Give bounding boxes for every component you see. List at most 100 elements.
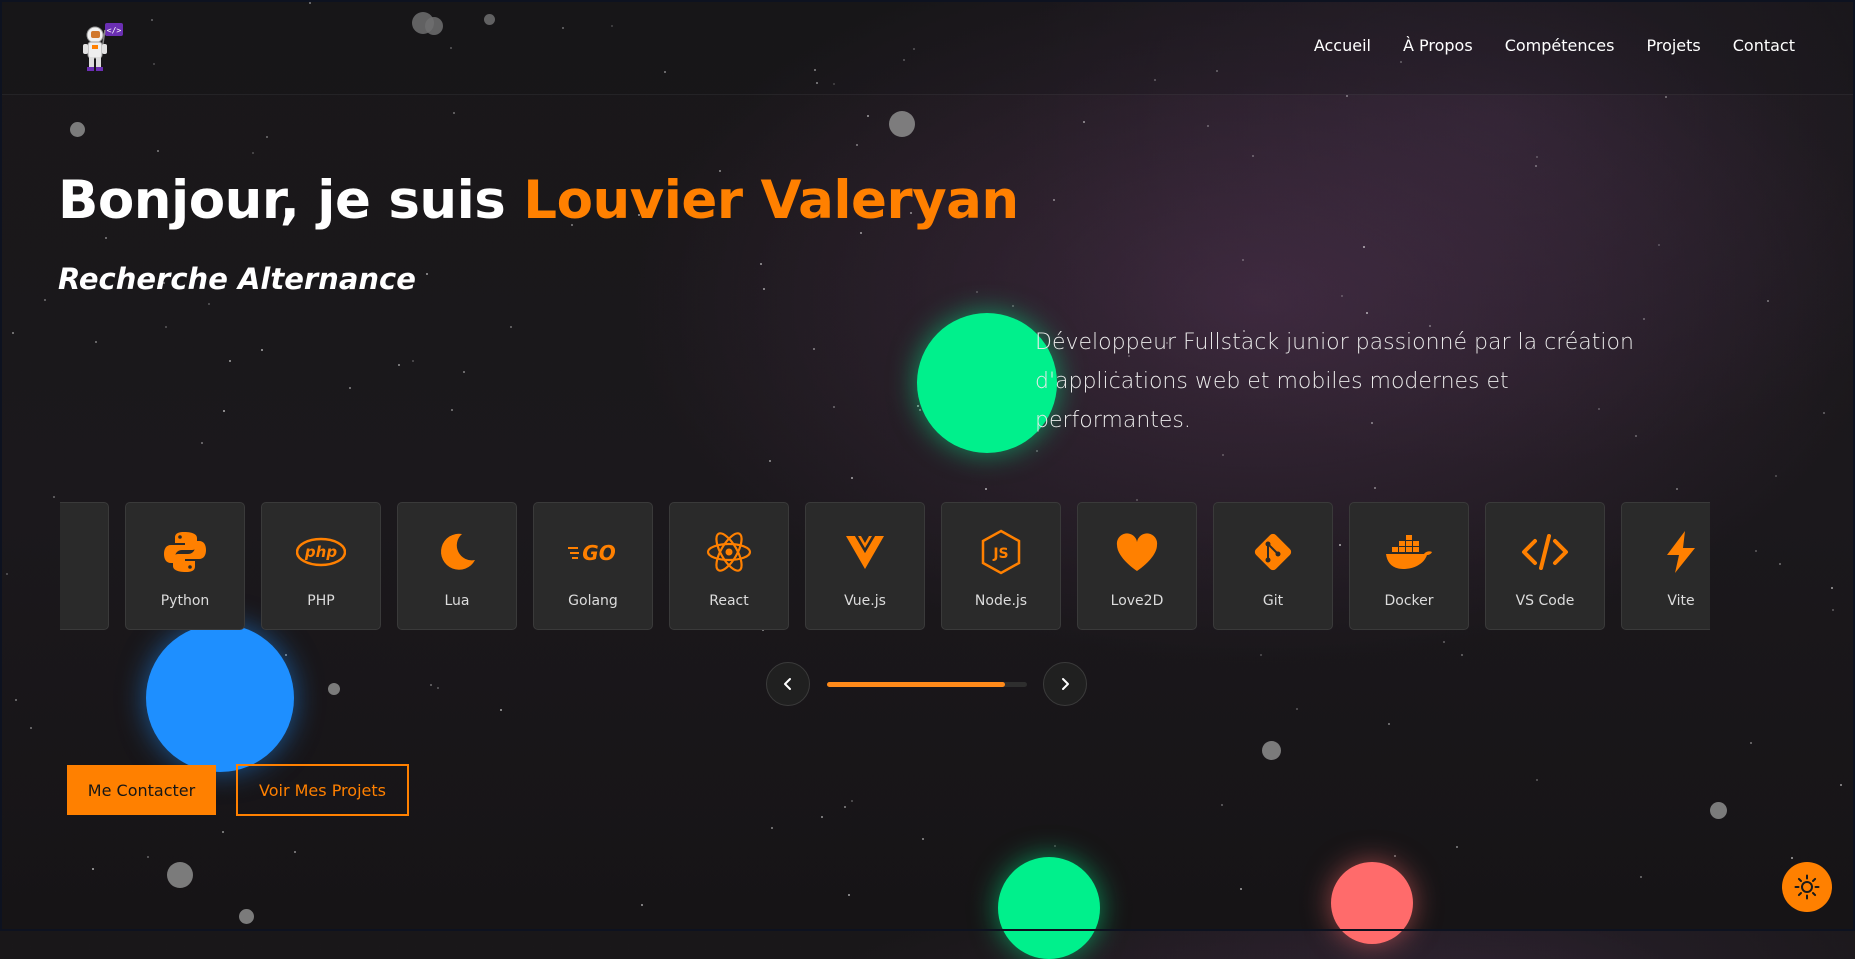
- star-decoration: [771, 827, 773, 829]
- skill-label: Vite: [1667, 593, 1695, 609]
- docker-whale-icon: [1386, 535, 1432, 569]
- star-decoration: [848, 894, 850, 896]
- star-decoration: [1388, 723, 1390, 725]
- star-decoration: [1443, 641, 1445, 643]
- bubble-decoration: [70, 122, 85, 137]
- skill-card-git[interactable]: Git: [1213, 502, 1333, 630]
- skill-label: Node.js: [974, 593, 1028, 609]
- star-decoration: [294, 851, 296, 853]
- star-decoration: [147, 856, 149, 858]
- nav-link-contact[interactable]: Contact: [1733, 36, 1795, 55]
- nav-link-a-propos[interactable]: À Propos: [1403, 36, 1473, 55]
- star-decoration: [1640, 876, 1642, 878]
- astronaut-logo-icon[interactable]: </>: [72, 20, 128, 76]
- star-decoration: [917, 405, 919, 407]
- skill-card-golang[interactable]: GO Golang: [533, 502, 653, 630]
- star-decoration: [398, 364, 400, 366]
- star-decoration: [15, 699, 17, 701]
- nodejs-icon: JS: [981, 529, 1021, 575]
- star-decoration: [813, 348, 815, 350]
- star-decoration: [1767, 300, 1769, 302]
- skills-track: Python php PHP Lua GO Golang React Vue.j…: [60, 502, 1710, 630]
- star-decoration: [641, 904, 643, 906]
- star-decoration: [222, 831, 224, 833]
- hero-title: Bonjour, je suis Louvier Valeryan: [58, 170, 1019, 231]
- skill-card-lua[interactable]: Lua: [397, 502, 517, 630]
- star-decoration: [412, 360, 414, 362]
- view-projects-button[interactable]: Voir Mes Projets: [236, 764, 409, 816]
- code-brackets-icon: [1522, 534, 1568, 570]
- red-orb-decoration: [1331, 862, 1413, 944]
- contact-button[interactable]: Me Contacter: [67, 765, 216, 815]
- star-decoration: [1260, 654, 1262, 656]
- nav-link-accueil[interactable]: Accueil: [1314, 36, 1371, 55]
- skill-card-react[interactable]: React: [669, 502, 789, 630]
- skill-card-love2d[interactable]: Love2D: [1077, 502, 1197, 630]
- star-decoration: [1252, 155, 1254, 157]
- nav-link-competences[interactable]: Compétences: [1505, 36, 1615, 55]
- carousel-prev-button[interactable]: [766, 662, 810, 706]
- bubble-decoration: [1262, 741, 1281, 760]
- star-decoration: [165, 326, 167, 328]
- star-decoration: [1536, 779, 1538, 781]
- skill-card-vue[interactable]: Vue.js: [805, 502, 925, 630]
- svg-text:GO: GO: [582, 541, 615, 565]
- star-decoration: [1341, 295, 1343, 297]
- star-decoration: [1831, 587, 1833, 589]
- hero-subtitle: Recherche Alternance: [58, 262, 416, 296]
- chevron-left-icon: [784, 678, 791, 690]
- star-decoration: [1012, 305, 1014, 307]
- star-decoration: [976, 291, 978, 293]
- skill-label: Docker: [1384, 593, 1434, 609]
- star-decoration: [860, 232, 862, 234]
- skill-label: Vue.js: [844, 593, 886, 609]
- star-decoration: [157, 150, 159, 152]
- star-decoration: [349, 387, 351, 389]
- star-decoration: [1750, 742, 1752, 744]
- site-header: </> Accueil À Propos Compétences Projets…: [0, 0, 1855, 95]
- theme-toggle-button[interactable]: [1782, 862, 1832, 912]
- star-decoration: [1240, 888, 1242, 890]
- svg-text:JS: JS: [992, 546, 1008, 562]
- star-decoration: [44, 299, 46, 301]
- skill-card-vscode[interactable]: VS Code: [1485, 502, 1605, 630]
- star-decoration: [463, 371, 465, 373]
- carousel-progress-fill: [827, 682, 1005, 687]
- php-icon: php: [296, 537, 346, 567]
- star-decoration: [1036, 450, 1038, 452]
- star-decoration: [1374, 487, 1376, 489]
- star-decoration: [451, 409, 453, 411]
- star-decoration: [1536, 156, 1538, 158]
- star-decoration: [1840, 784, 1842, 786]
- golang-icon: GO: [568, 541, 616, 565]
- lightning-bolt-icon: [1667, 531, 1695, 573]
- star-decoration: [1779, 563, 1781, 565]
- skill-card-partial[interactable]: [60, 502, 109, 630]
- main-nav: Accueil À Propos Compétences Projets Con…: [1314, 36, 1795, 55]
- star-decoration: [985, 488, 987, 490]
- nav-link-projets[interactable]: Projets: [1646, 36, 1700, 55]
- star-decoration: [453, 112, 455, 114]
- skill-card-vite[interactable]: Vite: [1621, 502, 1710, 630]
- star-decoration: [821, 816, 823, 818]
- skill-card-docker[interactable]: Docker: [1349, 502, 1469, 630]
- star-decoration: [500, 709, 502, 711]
- skill-label: Git: [1262, 593, 1284, 609]
- star-decoration: [92, 868, 94, 870]
- skill-card-nodejs[interactable]: JS Node.js: [941, 502, 1061, 630]
- star-decoration: [1366, 312, 1368, 314]
- star-decoration: [208, 303, 210, 305]
- skill-card-python[interactable]: Python: [125, 502, 245, 630]
- star-decoration: [1083, 121, 1085, 123]
- carousel-next-button[interactable]: [1043, 662, 1087, 706]
- star-decoration: [1221, 804, 1223, 806]
- star-decoration: [856, 144, 858, 146]
- skill-label: VS Code: [1515, 593, 1575, 609]
- star-decoration: [30, 727, 32, 729]
- star-decoration: [12, 332, 14, 334]
- bubble-decoration: [167, 862, 193, 888]
- star-decoration: [266, 136, 268, 138]
- skill-card-php[interactable]: php PHP: [261, 502, 381, 630]
- star-decoration: [1207, 125, 1209, 127]
- heart-icon: [1116, 533, 1158, 571]
